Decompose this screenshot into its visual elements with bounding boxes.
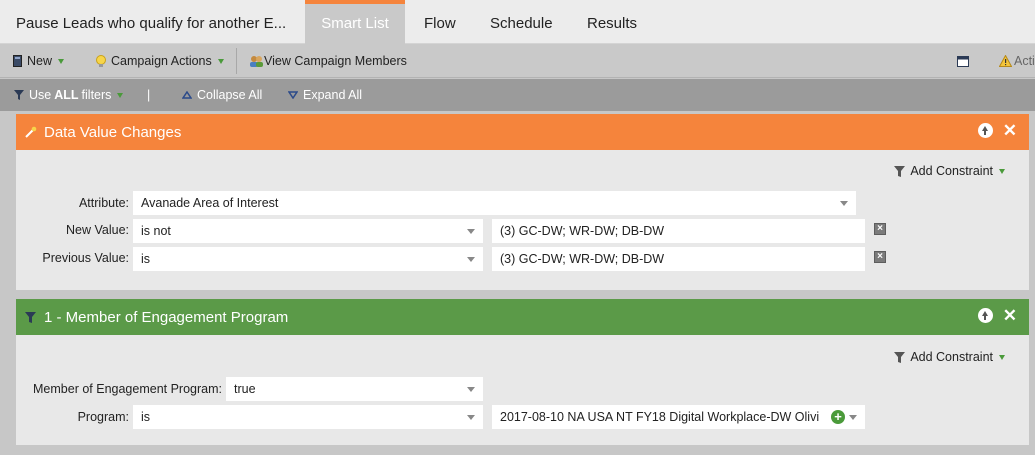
chevron-down-icon: [467, 257, 475, 262]
filter-divider: |: [147, 87, 151, 102]
new-value-text: (3) GC-DW; WR-DW; DB-DW: [500, 224, 665, 238]
program-value: 2017-08-10 NA USA NT FY18 Digital Workpl…: [500, 410, 820, 424]
previous-value-operator-select[interactable]: is: [133, 247, 483, 271]
previous-value-text: (3) GC-DW; WR-DW; DB-DW: [500, 252, 665, 266]
actions-label: Acti: [1014, 54, 1035, 68]
tab-campaign-name[interactable]: Pause Leads who qualify for another E...: [16, 0, 288, 44]
chevron-down-icon: [467, 415, 475, 420]
tab-smart-list[interactable]: Smart List: [305, 0, 405, 44]
new-icon: [13, 55, 22, 67]
filter-data-value-changes: Data Value Changes ✕ Add Constraint Attr…: [16, 114, 1029, 290]
chevron-down-icon: [999, 354, 1005, 360]
collapse-all-label: Collapse All: [197, 87, 263, 102]
program-operator-select[interactable]: is: [133, 405, 483, 429]
trigger-icon: [25, 126, 37, 138]
expand-all-button[interactable]: Expand All: [288, 79, 362, 111]
close-icon[interactable]: ✕: [1003, 122, 1017, 139]
use-filters-button[interactable]: Use ALL filters: [13, 79, 124, 111]
tab-bar: Pause Leads who qualify for another E...…: [0, 0, 1035, 44]
view-campaign-members-button[interactable]: View Campaign Members: [249, 44, 407, 78]
chevron-down-icon: [117, 92, 124, 98]
filters-label: filters: [81, 87, 112, 102]
constraint-icon: [894, 165, 906, 177]
tab-results[interactable]: Results: [587, 0, 637, 44]
filter-member-of-engagement-program: 1 - Member of Engagement Program ✕ Add C…: [16, 299, 1029, 445]
actions-warning-button[interactable]: Acti: [999, 44, 1035, 78]
member-value: true: [234, 382, 256, 396]
add-constraint-button[interactable]: Add Constraint: [893, 164, 1005, 178]
expand-icon: [288, 91, 298, 99]
previous-value-operator: is: [141, 252, 151, 266]
tab-schedule[interactable]: Schedule: [490, 0, 553, 44]
chevron-down-icon: [467, 229, 475, 234]
attribute-value: Avanade Area of Interest: [141, 196, 279, 210]
member-label: Member of Engagement Program:: [33, 382, 222, 396]
filter-header[interactable]: Data Value Changes ✕: [16, 114, 1029, 150]
new-value-input[interactable]: (3) GC-DW; WR-DW; DB-DW: [492, 219, 865, 243]
chevron-down-icon: [849, 415, 857, 420]
warning-icon: [999, 55, 1012, 67]
members-icon: [250, 55, 263, 67]
filter-icon: [25, 311, 36, 323]
close-icon[interactable]: ✕: [1003, 307, 1017, 324]
toolbar: New Campaign Actions View Campaign Membe…: [0, 44, 1035, 78]
collapse-all-button[interactable]: Collapse All: [182, 79, 262, 111]
delete-row-icon[interactable]: ×: [874, 251, 886, 263]
view-campaign-members-label: View Campaign Members: [264, 54, 407, 68]
new-value-label: New Value:: [66, 223, 129, 237]
add-constraint-button[interactable]: Add Constraint: [893, 350, 1005, 364]
campaign-actions-button[interactable]: Campaign Actions: [96, 44, 224, 78]
new-label: New: [27, 54, 53, 68]
new-value-operator: is not: [141, 224, 171, 238]
expand-all-label: Expand All: [303, 87, 363, 102]
add-constraint-label: Add Constraint: [910, 164, 993, 178]
attribute-label: Attribute:: [78, 196, 129, 210]
program-select[interactable]: 2017-08-10 NA USA NT FY18 Digital Workpl…: [492, 405, 865, 429]
window-icon: [957, 55, 969, 67]
previous-value-label: Previous Value:: [42, 251, 129, 265]
use-all-label: ALL: [54, 87, 79, 102]
delete-row-icon[interactable]: ×: [874, 223, 886, 235]
new-button[interactable]: New: [13, 44, 65, 78]
add-icon[interactable]: +: [831, 410, 845, 424]
previous-value-input[interactable]: (3) GC-DW; WR-DW; DB-DW: [492, 247, 865, 271]
add-constraint-label: Add Constraint: [910, 350, 993, 364]
attribute-select[interactable]: Avanade Area of Interest: [133, 191, 856, 215]
constraint-icon: [894, 351, 906, 363]
use-label: Use: [29, 87, 52, 102]
filter-bar: Use ALL filters | Collapse All Expand Al…: [0, 79, 1035, 111]
move-up-icon[interactable]: [977, 123, 993, 138]
filter-title: 1 - Member of Engagement Program: [44, 308, 289, 326]
member-select[interactable]: true: [226, 377, 483, 401]
toolbar-divider: [236, 48, 237, 74]
lightbulb-icon: [96, 54, 106, 67]
filter-title: Data Value Changes: [44, 123, 182, 141]
program-operator: is: [141, 410, 151, 424]
chevron-down-icon: [999, 168, 1005, 174]
new-value-operator-select[interactable]: is not: [133, 219, 483, 243]
chevron-down-icon: [840, 201, 848, 206]
campaign-actions-label: Campaign Actions: [111, 54, 212, 68]
filter-header[interactable]: 1 - Member of Engagement Program ✕: [16, 299, 1029, 335]
filter-icon: [14, 90, 24, 100]
chevron-down-icon: [467, 387, 475, 392]
program-label: Program:: [77, 410, 129, 424]
chevron-down-icon: [58, 58, 65, 64]
window-button[interactable]: [957, 44, 969, 78]
move-up-icon[interactable]: [977, 308, 993, 323]
chevron-down-icon: [217, 58, 224, 64]
collapse-icon: [182, 91, 192, 99]
tab-flow[interactable]: Flow: [424, 0, 456, 44]
